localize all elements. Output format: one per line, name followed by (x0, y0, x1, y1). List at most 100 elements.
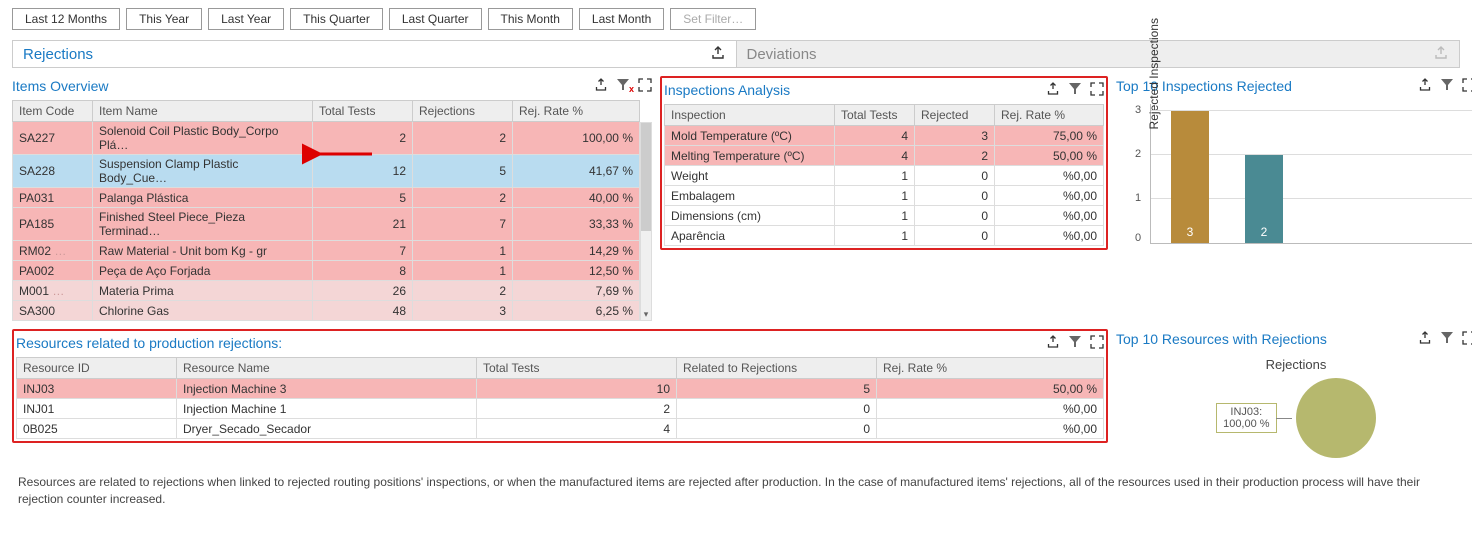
col-related-rej[interactable]: Related to Rejections (677, 358, 877, 379)
cell-rate: 7,69 % (513, 281, 640, 301)
table-row[interactable]: PA185Finished Steel Piece_Pieza Terminad… (13, 208, 640, 241)
panel-top-inspections: Top 10 Inspections Rejected Rejected Ins… (1116, 76, 1472, 321)
cell-rej: 3 (413, 301, 513, 321)
cell-code: SA227 (13, 122, 93, 155)
filter-last-12-months[interactable]: Last 12 Months (12, 8, 120, 30)
cell-rate: 40,00 % (513, 188, 640, 208)
cell-rate: %0,00 (995, 166, 1104, 186)
cell-rate: 75,00 % (995, 126, 1104, 146)
cell-rate: %0,00 (877, 399, 1104, 419)
more-icon[interactable]: … (52, 284, 64, 298)
tab-rejections[interactable]: Rejections (13, 41, 737, 67)
filter-clear-icon[interactable]: x (616, 78, 630, 92)
cell-tests: 5 (313, 188, 413, 208)
filter-this-year[interactable]: This Year (126, 8, 202, 30)
cell-name: Peça de Aço Forjada (93, 261, 313, 281)
table-row[interactable]: 0B025Dryer_Secado_Secador40%0,00 (17, 419, 1104, 439)
table-row[interactable]: SA228Suspension Clamp Plastic Body_Cue…1… (13, 155, 640, 188)
cell-tests: 48 (313, 301, 413, 321)
table-row[interactable]: Embalagem10%0,00 (665, 186, 1104, 206)
col-total-tests[interactable]: Total Tests (835, 105, 915, 126)
cell-name: Suspension Clamp Plastic Body_Cue… (93, 155, 313, 188)
bar-2[interactable]: 2 (1245, 155, 1283, 243)
tab-rejections-label: Rejections (23, 46, 93, 63)
tab-deviations[interactable]: Deviations (737, 41, 1460, 67)
col-total-tests[interactable]: Total Tests (477, 358, 677, 379)
table-row[interactable]: PA002Peça de Aço Forjada8112,50 % (13, 261, 640, 281)
tabs: Rejections Deviations (12, 40, 1460, 68)
filter-icon[interactable] (1440, 331, 1454, 345)
cell-code: PA031 (13, 188, 93, 208)
cell-rate: %0,00 (877, 419, 1104, 439)
table-row[interactable]: Melting Temperature (ºC)4250,00 % (665, 146, 1104, 166)
col-resource-name[interactable]: Resource Name (177, 358, 477, 379)
filter-set-filter[interactable]: Set Filter… (670, 8, 756, 30)
cell-tests: 8 (313, 261, 413, 281)
cell-tests: 10 (477, 379, 677, 399)
col-inspection[interactable]: Inspection (665, 105, 835, 126)
cell-rej: 1 (413, 241, 513, 261)
table-row[interactable]: INJ01Injection Machine 120%0,00 (17, 399, 1104, 419)
export-icon[interactable] (1046, 335, 1060, 352)
table-row[interactable]: RM02 …Raw Material - Unit bom Kg - gr711… (13, 241, 640, 261)
col-rej-rate[interactable]: Rej. Rate % (513, 101, 640, 122)
scrollbar[interactable]: ▾ (640, 122, 652, 321)
table-row[interactable]: M001 …Materia Prima2627,69 % (13, 281, 640, 301)
cell-tests: 26 (313, 281, 413, 301)
cell-rate: 50,00 % (877, 379, 1104, 399)
col-item-name[interactable]: Item Name (93, 101, 313, 122)
col-rejected[interactable]: Rejected (915, 105, 995, 126)
cell-inspection: Melting Temperature (ºC) (665, 146, 835, 166)
cell-rate: 100,00 % (513, 122, 640, 155)
cell-name: Chlorine Gas (93, 301, 313, 321)
table-row[interactable]: Aparência10%0,00 (665, 226, 1104, 246)
pie-callout: INJ03: 100,00 % (1216, 403, 1276, 433)
more-icon[interactable]: … (54, 244, 66, 258)
cell-inspection: Mold Temperature (ºC) (665, 126, 835, 146)
cell-name: Solenoid Coil Plastic Body_Corpo Plá… (93, 122, 313, 155)
filter-icon[interactable] (1068, 335, 1082, 349)
table-row[interactable]: INJ03Injection Machine 310550,00 % (17, 379, 1104, 399)
export-icon[interactable] (594, 78, 608, 95)
export-icon[interactable] (1418, 78, 1432, 95)
pie-slice-inj03[interactable] (1296, 378, 1376, 458)
panel-top-resources: Top 10 Resources with Rejections Rejecti… (1116, 329, 1472, 458)
cell-rej: 3 (915, 126, 995, 146)
col-total-tests[interactable]: Total Tests (313, 101, 413, 122)
expand-icon[interactable] (1462, 331, 1472, 348)
filter-icon[interactable] (1068, 82, 1082, 96)
filter-last-year[interactable]: Last Year (208, 8, 284, 30)
export-icon[interactable] (1046, 82, 1060, 99)
filter-last-month[interactable]: Last Month (579, 8, 664, 30)
top-inspections-title: Top 10 Inspections Rejected (1116, 78, 1292, 94)
table-row[interactable]: Weight10%0,00 (665, 166, 1104, 186)
filter-this-month[interactable]: This Month (488, 8, 573, 30)
col-resource-id[interactable]: Resource ID (17, 358, 177, 379)
cell-id: INJ03 (17, 379, 177, 399)
filter-this-quarter[interactable]: This Quarter (290, 8, 383, 30)
expand-icon[interactable] (1090, 335, 1104, 352)
col-rej-rate[interactable]: Rej. Rate % (877, 358, 1104, 379)
table-row[interactable]: Mold Temperature (ºC)4375,00 % (665, 126, 1104, 146)
expand-icon[interactable] (1462, 78, 1472, 95)
col-rejections[interactable]: Rejections (413, 101, 513, 122)
export-icon[interactable] (710, 45, 726, 65)
expand-icon[interactable] (1090, 82, 1104, 99)
table-row[interactable]: PA031Palanga Plástica5240,00 % (13, 188, 640, 208)
filter-last-quarter[interactable]: Last Quarter (389, 8, 482, 30)
export-icon[interactable] (1433, 45, 1449, 65)
cell-tests: 7 (313, 241, 413, 261)
bar-1[interactable]: 3 (1171, 111, 1209, 243)
filter-icon[interactable] (1440, 78, 1454, 92)
expand-icon[interactable] (638, 78, 652, 95)
table-row[interactable]: SA227Solenoid Coil Plastic Body_Corpo Pl… (13, 122, 640, 155)
col-rej-rate[interactable]: Rej. Rate % (995, 105, 1104, 126)
cell-rej: 2 (413, 188, 513, 208)
export-icon[interactable] (1418, 331, 1432, 348)
cell-rej: 0 (915, 206, 995, 226)
table-row[interactable]: SA300Chlorine Gas4836,25 % (13, 301, 640, 321)
table-row[interactable]: Dimensions (cm)10%0,00 (665, 206, 1104, 226)
cell-inspection: Aparência (665, 226, 835, 246)
col-item-code[interactable]: Item Code (13, 101, 93, 122)
cell-rate: %0,00 (995, 186, 1104, 206)
